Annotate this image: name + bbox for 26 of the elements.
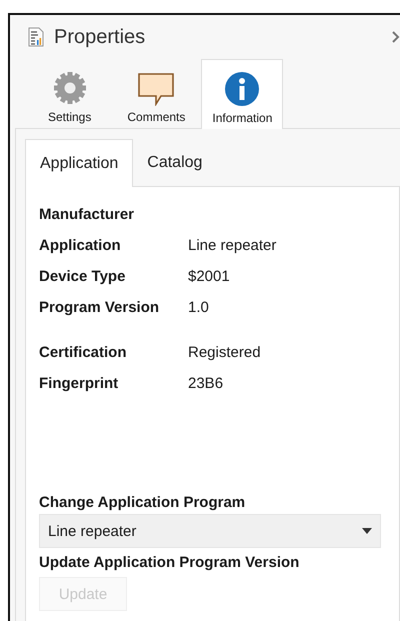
- field-label: Program Version: [39, 298, 160, 316]
- field-label: Application: [39, 236, 122, 254]
- dropdown-arrow-icon: [362, 528, 372, 534]
- section-label: Update Application Program Version: [39, 554, 300, 571]
- field-label: Device Type: [39, 268, 126, 284]
- panel-tab[interactable]: Information: [201, 59, 284, 129]
- section-label: Change Application Program: [39, 494, 246, 511]
- field-value: $2001: [188, 268, 230, 284]
- gear-icon: [52, 70, 88, 106]
- field-value: 1.0: [188, 298, 209, 316]
- field-value: Registered: [188, 344, 261, 360]
- panel-tab[interactable]: Settings: [40, 59, 100, 128]
- field-label: Certification: [39, 344, 128, 360]
- content-tab[interactable]: Application: [25, 139, 134, 187]
- properties-icon: [28, 27, 44, 47]
- field-value: Line repeater: [188, 236, 276, 254]
- panel-tab[interactable]: Comments: [119, 59, 194, 128]
- program-dropdown[interactable]: Line repeater: [39, 514, 381, 548]
- speech-bubble-icon: [137, 72, 176, 106]
- panel-title: Properties: [54, 26, 146, 48]
- info-icon: [224, 71, 260, 107]
- chevron-right-icon[interactable]: [392, 31, 400, 43]
- field-label: Fingerprint: [39, 374, 120, 392]
- field-label: Manufacturer: [39, 206, 136, 222]
- content-tab[interactable]: Catalog: [133, 139, 216, 186]
- field-value: 23B6: [188, 374, 224, 392]
